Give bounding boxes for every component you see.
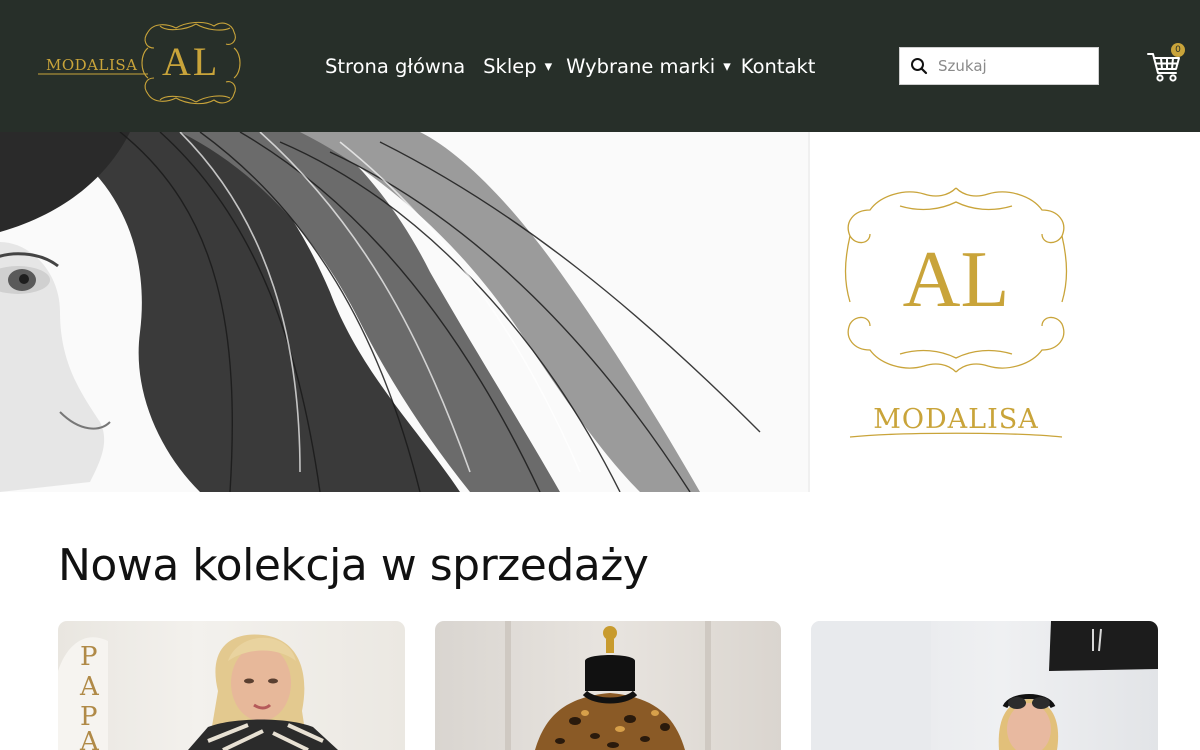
site-logo[interactable]: MODALISA AL: [36, 18, 242, 108]
hero-logo-monogram: AL: [903, 236, 1010, 324]
svg-text:P: P: [80, 642, 98, 672]
product-image: [505, 621, 711, 750]
nav-item-brands[interactable]: Wybrane marki ▾: [566, 55, 731, 78]
product-card[interactable]: [435, 621, 781, 750]
logo-monogram: AL: [162, 39, 220, 84]
nav-item-label: Wybrane marki: [566, 54, 716, 78]
product-image: P A P A: [58, 634, 338, 750]
logo-wordmark: MODALISA: [46, 56, 138, 74]
nav-item-home[interactable]: Strona główna: [325, 55, 465, 78]
nav-item-label: Strona główna: [325, 54, 466, 78]
section-title: Nowa kolekcja w sprzedaży: [58, 540, 649, 591]
caret-down-icon: ▾: [544, 57, 553, 75]
product-card[interactable]: [811, 621, 1158, 750]
nav-item-shop[interactable]: Sklep ▾: [483, 55, 552, 78]
search-input[interactable]: [938, 49, 1088, 83]
hero-sketch-image: [0, 132, 810, 492]
caret-down-icon: ▾: [723, 57, 731, 75]
hero-brand-logo: AL MODALISA: [844, 187, 1068, 438]
product-image: [811, 621, 1158, 750]
cart-count-badge: 0: [1171, 43, 1185, 57]
nav-item-label: Kontakt: [740, 54, 816, 78]
hero-banner[interactable]: AL MODALISA: [0, 132, 1200, 492]
search-icon[interactable]: [900, 48, 938, 84]
nav-item-label: Sklep: [483, 54, 537, 78]
nav-item-contact[interactable]: Kontakt: [741, 55, 816, 78]
svg-text:A: A: [79, 672, 100, 702]
main-nav: Strona główna Sklep ▾ Wybrane marki ▾ Ko…: [325, 52, 815, 80]
search-box: [899, 47, 1099, 85]
svg-text:A: A: [79, 727, 100, 750]
product-card[interactable]: P A P A: [58, 621, 405, 750]
hero-logo-wordmark: MODALISA: [873, 404, 1039, 435]
site-header: MODALISA AL Strona główna Sklep ▾ Wybran…: [0, 0, 1200, 132]
